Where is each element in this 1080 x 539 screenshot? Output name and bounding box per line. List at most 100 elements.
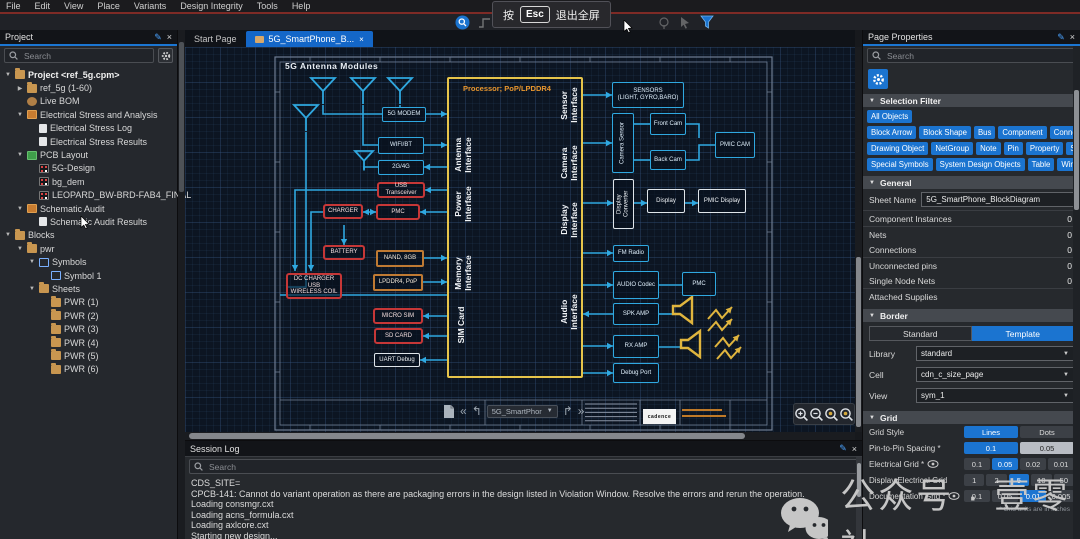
block-rx-amp[interactable]: RX AMP: [613, 335, 659, 358]
section-general[interactable]: ▼ General: [863, 176, 1080, 189]
block-wifi-bt[interactable]: WIFI/BT: [378, 137, 424, 154]
block-display-converter[interactable]: Display Converter: [613, 179, 634, 229]
tree-expand-arrow[interactable]: ▼: [16, 206, 24, 212]
properties-settings-button[interactable]: [868, 69, 888, 89]
zoom-out-icon[interactable]: [809, 407, 824, 422]
menu-item-tools[interactable]: Tools: [257, 1, 278, 11]
tree-expand-arrow[interactable]: ▼: [16, 112, 24, 118]
pin-panel-icon[interactable]: ✎: [1057, 32, 1065, 43]
project-settings-button[interactable]: [158, 48, 173, 63]
block-sensors[interactable]: SENSORS (LIGHT, GYRO,BARO): [612, 82, 684, 108]
block-spk-amp[interactable]: SPK AMP: [613, 303, 659, 325]
tree-item-project-ref-5g-cpm-[interactable]: ▼Project <ref_5g.cpm>: [2, 68, 177, 81]
tree-item-pcb-layout[interactable]: ▼PCB Layout: [2, 148, 177, 161]
menu-item-edit[interactable]: Edit: [35, 1, 51, 11]
block-display[interactable]: Display: [647, 189, 685, 213]
tree-item-sheets[interactable]: ▼Sheets: [2, 282, 177, 295]
filter-chip-property[interactable]: Property: [1026, 142, 1063, 155]
block-sd-card[interactable]: SD CARD: [374, 328, 423, 344]
canvas-horizontal-scrollbar[interactable]: [185, 432, 855, 440]
search-icon[interactable]: [455, 15, 470, 30]
segment-option-lines[interactable]: Lines: [964, 426, 1018, 438]
block-nand-8gb[interactable]: NAND, 8GB: [376, 250, 424, 267]
tree-item-5g-design[interactable]: 5G-Design: [2, 162, 177, 175]
tree-item-schematic-audit[interactable]: ▼Schematic Audit: [2, 202, 177, 215]
filter-chip-system-design-objects[interactable]: System Design Objects: [936, 158, 1025, 171]
document-icon[interactable]: [443, 404, 455, 419]
close-panel-icon[interactable]: ×: [852, 444, 857, 454]
block-audio-codec[interactable]: AUDIO Codec: [613, 271, 659, 299]
tree-item-electrical-stress-log[interactable]: Electrical Stress Log: [2, 122, 177, 135]
block-charger[interactable]: CHARGER: [323, 204, 363, 219]
block-5g-modem[interactable]: 5G MODEM: [382, 107, 426, 122]
waveform-icon[interactable]: [478, 16, 492, 29]
filter-chip-block-arrow[interactable]: Block Arrow: [867, 126, 916, 139]
tree-expand-arrow[interactable]: ▼: [16, 152, 24, 158]
section-selection-filter[interactable]: ▼ Selection Filter: [863, 94, 1080, 107]
menu-item-help[interactable]: Help: [292, 1, 311, 11]
filter-chip-netgroup[interactable]: NetGroup: [931, 142, 973, 155]
tree-item-live-bom[interactable]: Live BOM: [2, 95, 177, 108]
menu-item-view[interactable]: View: [64, 1, 83, 11]
tree-item-leopard-bw-brd-fab4-final[interactable]: LEOPARD_BW-BRD-FAB4_FINAL: [2, 189, 177, 202]
tree-item-bg-dem[interactable]: bg_dem: [2, 175, 177, 188]
tree-expand-arrow[interactable]: ▼: [4, 232, 12, 238]
zoom-fit-icon[interactable]: [824, 407, 839, 422]
block-pmic-cam[interactable]: PMIC CAM: [715, 132, 755, 158]
field-dropdown-cell[interactable]: cdn_c_size_page▼: [916, 367, 1074, 382]
block-dc-charger[interactable]: DC CHARGER USB WIRELESS COIL: [286, 273, 342, 299]
filter-chip-bus[interactable]: Bus: [974, 126, 995, 139]
filter-chip-component[interactable]: Component: [998, 126, 1046, 139]
next-sheet-button[interactable]: ↱: [563, 405, 573, 417]
menu-item-file[interactable]: File: [6, 1, 21, 11]
block-micro-sim[interactable]: MICRO SIM: [373, 308, 423, 324]
properties-search-box[interactable]: [867, 48, 1076, 63]
tree-item-pwr-5-[interactable]: PWR (5): [2, 349, 177, 362]
tree-item-pwr-4-[interactable]: PWR (4): [2, 336, 177, 349]
block-usb-transceiver[interactable]: USB Transceiver: [377, 182, 425, 198]
segment-option-0.05[interactable]: 0.05: [1020, 442, 1074, 454]
filter-chip-pin[interactable]: Pin: [1004, 142, 1023, 155]
segment-option-dots[interactable]: Dots: [1020, 426, 1074, 438]
filter-chip-all-objects[interactable]: All Objects: [867, 110, 912, 123]
eye-icon[interactable]: [927, 460, 939, 468]
previous-sheet-button[interactable]: ↰: [472, 405, 482, 417]
tree-expand-arrow[interactable]: ▼: [16, 246, 24, 252]
block-uart-debug[interactable]: UART Debug: [374, 353, 420, 367]
block-battery[interactable]: BATTERY: [323, 245, 365, 260]
schematic-canvas[interactable]: 5G Antenna Modules Processor; PoP/LPDDR4…: [185, 47, 855, 432]
tree-item-electrical-stress-and-analysis[interactable]: ▼Electrical Stress and Analysis: [2, 108, 177, 121]
tab-start-page[interactable]: Start Page: [185, 31, 246, 47]
sheet-name-input[interactable]: [921, 192, 1074, 207]
tree-item-pwr-6-[interactable]: PWR (6): [2, 363, 177, 376]
filter-chip-special-symbols[interactable]: Special Symbols: [867, 158, 933, 171]
close-panel-icon[interactable]: ×: [1070, 32, 1075, 42]
block-pmic-display[interactable]: PMIC Display: [698, 189, 746, 213]
properties-scrollbar[interactable]: [1073, 46, 1080, 539]
tree-item-symbol-1[interactable]: Symbol 1: [2, 269, 177, 282]
sheet-selector-dropdown[interactable]: 5G_SmartPhor ▼: [487, 405, 558, 418]
tree-expand-arrow[interactable]: ▼: [28, 259, 36, 265]
block-back-cam[interactable]: Back Cam: [650, 150, 686, 170]
tree-expand-arrow[interactable]: ▼: [28, 286, 36, 292]
block-pmc[interactable]: PMC: [376, 204, 420, 220]
tab-close-icon[interactable]: ×: [359, 35, 364, 44]
section-grid[interactable]: ▼ Grid: [863, 411, 1080, 424]
project-search-box[interactable]: [4, 48, 154, 63]
tree-expand-arrow[interactable]: ▶: [16, 85, 24, 92]
session-search-input[interactable]: [207, 461, 853, 473]
filter-chip-block-shape[interactable]: Block Shape: [919, 126, 971, 139]
filter-chip-drawing-object[interactable]: Drawing Object: [867, 142, 928, 155]
tree-item-pwr[interactable]: ▼pwr: [2, 242, 177, 255]
border-mode-template[interactable]: Template: [972, 326, 1075, 341]
tree-item-electrical-stress-results[interactable]: Electrical Stress Results: [2, 135, 177, 148]
block-fm-radio[interactable]: FM Radio: [613, 245, 649, 262]
block-2g-4g[interactable]: 2G/4G: [378, 160, 424, 175]
session-search-box[interactable]: [189, 459, 858, 474]
block-lpddr4-pop[interactable]: LPDDR4, PoP: [373, 274, 423, 291]
pin-panel-icon[interactable]: ✎: [839, 443, 847, 454]
tree-item-pwr-1-[interactable]: PWR (1): [2, 296, 177, 309]
select-icon[interactable]: [679, 16, 692, 29]
zoom-select-icon[interactable]: [839, 407, 854, 422]
block-front-cam[interactable]: Front Cam: [650, 113, 686, 135]
